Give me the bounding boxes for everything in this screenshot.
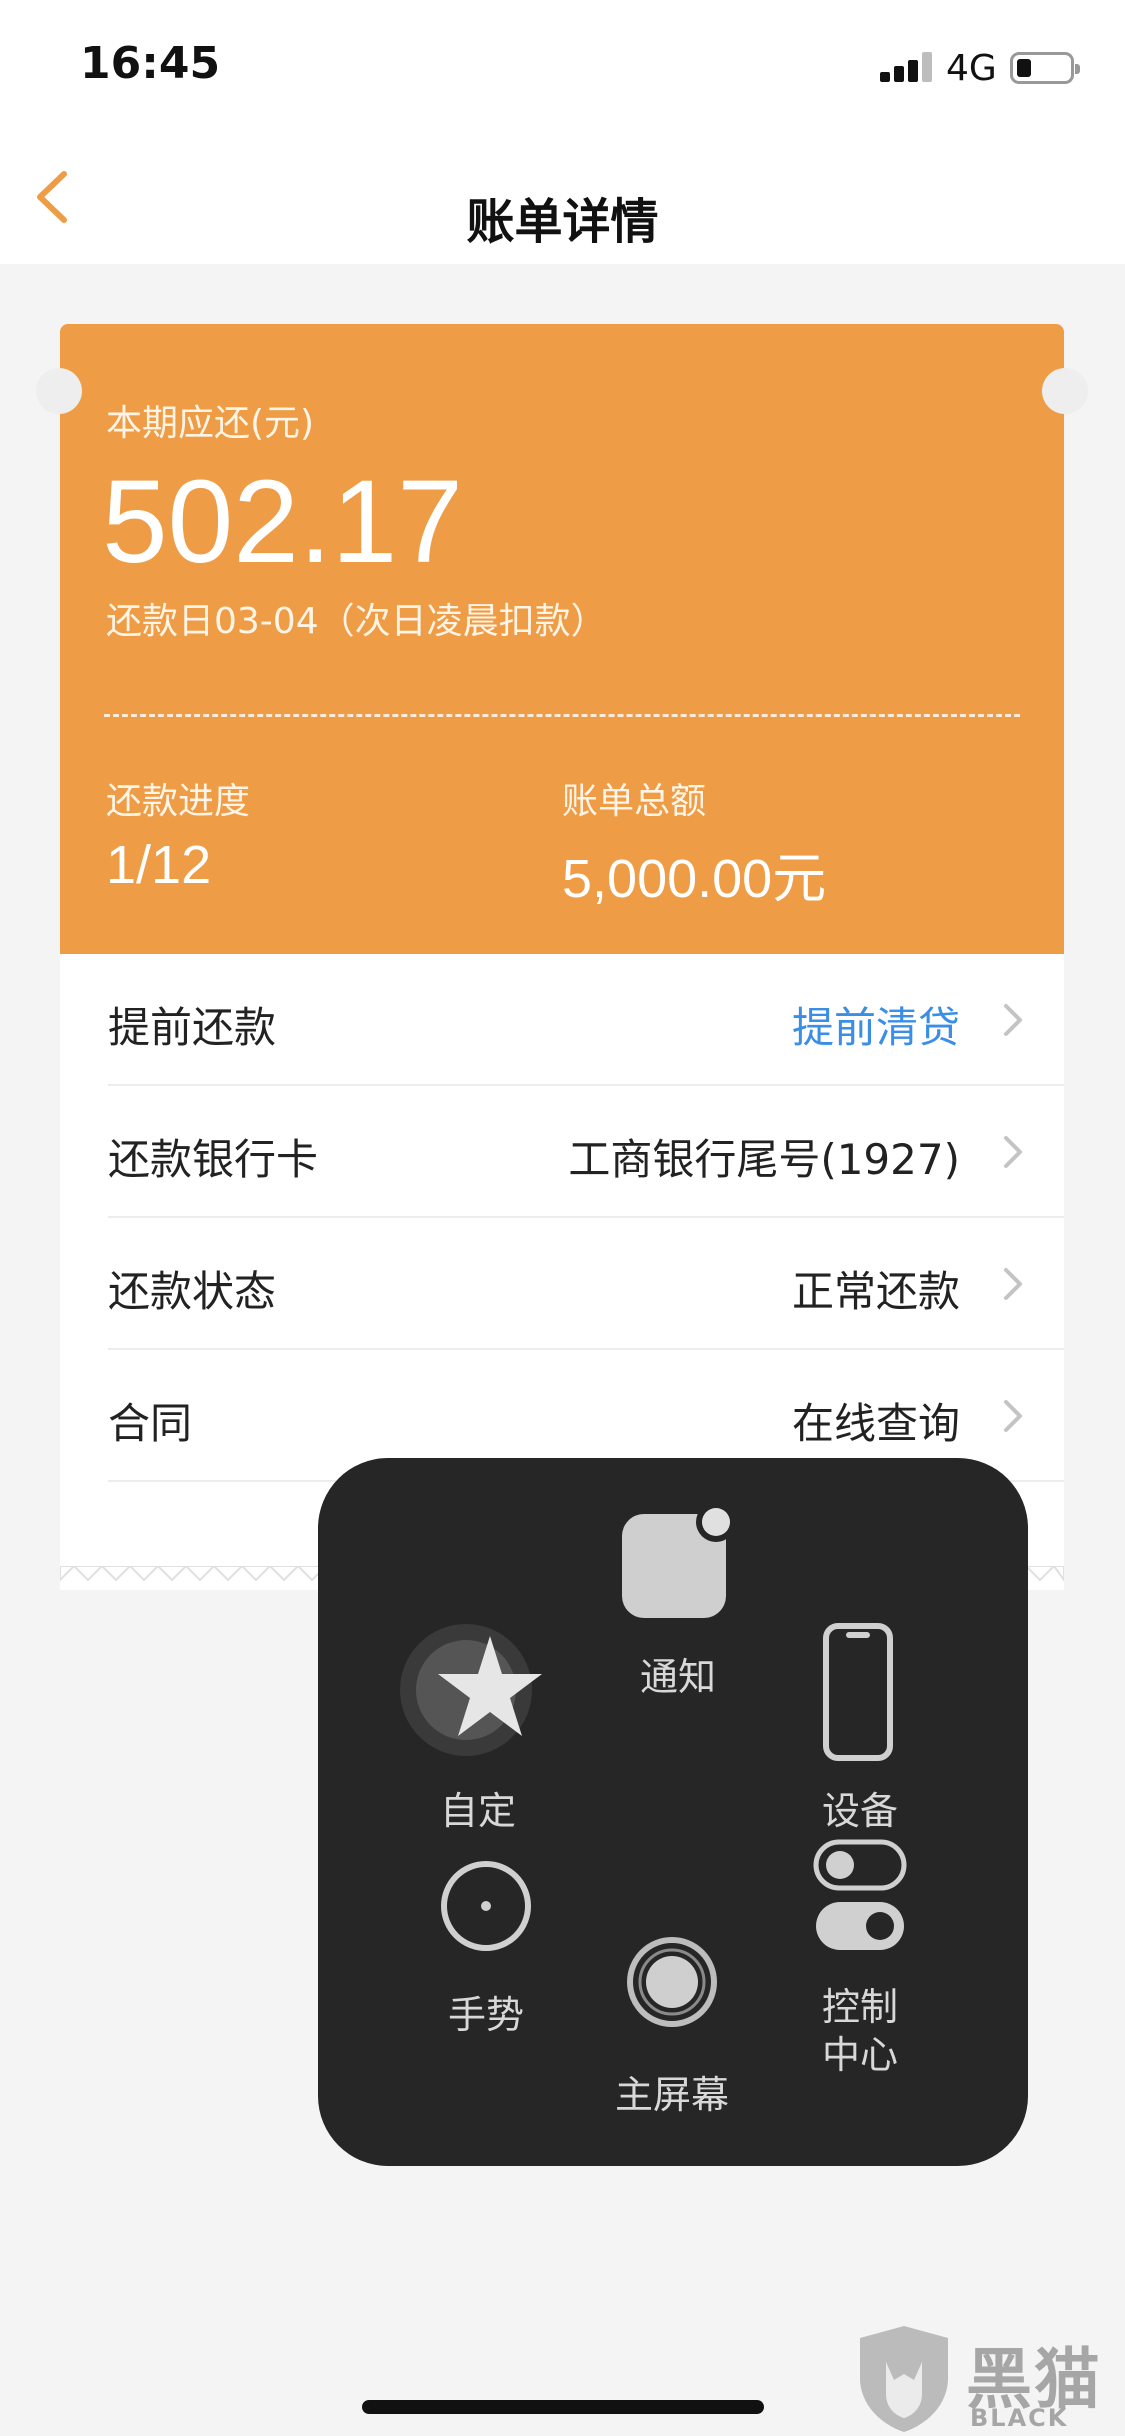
battery-icon	[1010, 52, 1080, 84]
row-label: 还款状态	[108, 1267, 277, 1316]
status-bar: 16:45 4G	[0, 0, 1125, 132]
page-title: 账单详情	[466, 194, 659, 250]
watermark: 黑猫 BLACK CAT	[852, 2318, 1122, 2436]
total-value: 5,000.00元	[562, 849, 827, 909]
device-icon[interactable]	[820, 1622, 900, 1762]
custom-label: 自定	[439, 1789, 516, 1833]
row-label: 合同	[108, 1399, 193, 1448]
gesture-icon[interactable]	[438, 1858, 534, 1954]
watermark-subtitle: BLACK CAT	[970, 2404, 1069, 2436]
notification-icon[interactable]	[618, 1502, 738, 1622]
status-time: 16:45	[80, 38, 221, 89]
bill-summary-card: 本期应还(元) 502.17 还款日03-04（次日凌晨扣款） 还款进度 1/1…	[60, 324, 1064, 954]
star-icon[interactable]	[400, 1616, 550, 1766]
row-value: 在线查询	[791, 1399, 960, 1448]
due-date: 还款日03-04（次日凌晨扣款）	[106, 601, 607, 642]
home-label: 主屏幕	[614, 2073, 729, 2117]
total-label: 账单总额	[562, 781, 707, 822]
cat-shield-icon	[860, 2326, 948, 2432]
card-divider	[104, 714, 1020, 717]
list-item-prepay[interactable]: 提前还款 提前清贷	[108, 954, 1064, 1086]
notification-label: 通知	[639, 1655, 716, 1699]
chevron-right-icon	[1004, 1004, 1022, 1036]
row-label: 提前还款	[108, 1003, 277, 1052]
signal-icon	[880, 52, 936, 82]
row-value: 工商银行尾号(1927)	[568, 1135, 960, 1184]
row-label: 还款银行卡	[108, 1135, 319, 1184]
toggle-icon[interactable]	[812, 1838, 908, 1954]
home-indicator[interactable]	[362, 2400, 764, 2414]
device-label: 设备	[821, 1789, 898, 1833]
card-notch-right	[1042, 368, 1088, 414]
progress-label: 还款进度	[106, 781, 251, 822]
row-value[interactable]: 提前清贷	[792, 994, 960, 1055]
row-value: 正常还款	[791, 1267, 960, 1316]
chevron-right-icon	[1004, 1136, 1022, 1168]
control-center-label-2: 中心	[821, 2033, 898, 2077]
home-button-icon[interactable]	[624, 1934, 720, 2030]
control-center-label-1: 控制	[821, 1985, 898, 2029]
nav-bar: 账单详情	[0, 132, 1125, 264]
card-notch-left	[36, 368, 82, 414]
network-type: 4G	[946, 48, 997, 89]
chevron-right-icon	[1004, 1268, 1022, 1300]
list-item-bank-card[interactable]: 还款银行卡 工商银行尾号(1927)	[108, 1086, 1064, 1218]
due-amount-label: 本期应还(元)	[106, 403, 315, 444]
gesture-label: 手势	[447, 1993, 524, 2037]
assistive-touch-menu: 通知 自定 设备 手势 主屏幕 控制 中心	[318, 1458, 1028, 2166]
list-item-repay-status[interactable]: 还款状态 正常还款	[108, 1218, 1064, 1350]
progress-value: 1/12	[106, 835, 212, 895]
chevron-right-icon	[1004, 1400, 1022, 1432]
due-amount: 502.17	[102, 456, 463, 588]
